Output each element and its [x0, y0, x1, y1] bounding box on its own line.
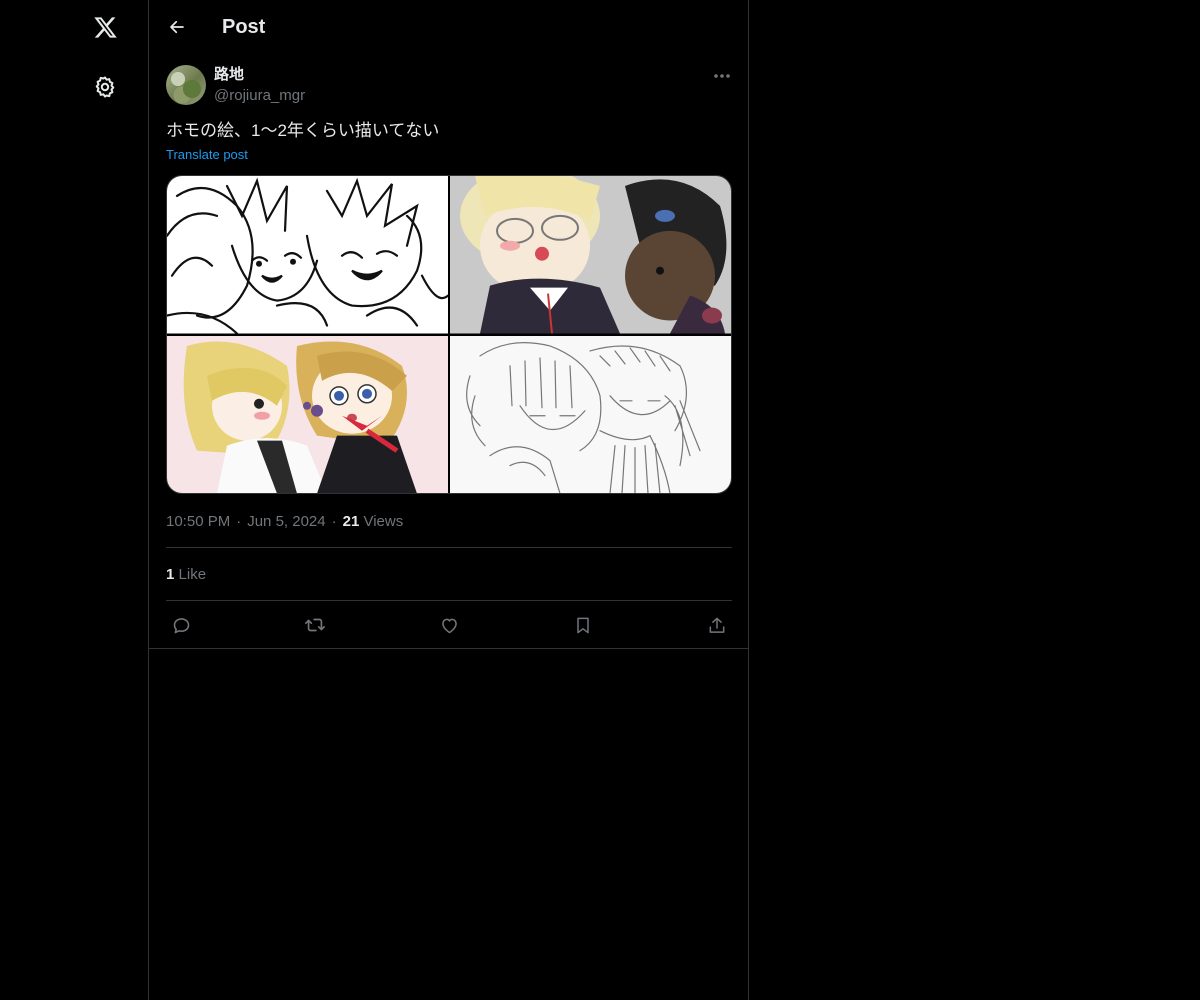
- views-count: 21: [342, 513, 360, 530]
- bookmark-icon[interactable]: [571, 613, 595, 637]
- media-image-2[interactable]: [450, 176, 731, 334]
- author-handle[interactable]: @rojiura_mgr: [214, 86, 305, 106]
- divider: [166, 547, 732, 548]
- likes-label: Like: [178, 566, 207, 583]
- more-options-icon[interactable]: [711, 66, 733, 86]
- header: Post: [149, 0, 748, 54]
- likes-count: 1: [166, 566, 175, 583]
- share-icon[interactable]: [705, 613, 729, 637]
- divider: [149, 648, 748, 649]
- like-icon[interactable]: [437, 613, 461, 637]
- translate-post-link[interactable]: Translate post: [166, 146, 248, 164]
- media-image-1[interactable]: [167, 176, 448, 334]
- media-grid: [166, 175, 732, 494]
- x-logo-icon[interactable]: [88, 10, 122, 44]
- post-text: ホモの絵、1〜2年くらい描いてない: [166, 121, 440, 140]
- post-time[interactable]: 10:50 PM: [166, 513, 230, 530]
- likes-row[interactable]: 1 Like: [166, 565, 206, 585]
- views-label: Views: [363, 513, 404, 530]
- page-title: Post: [222, 16, 266, 38]
- media-image-3[interactable]: [167, 335, 448, 493]
- reply-icon[interactable]: [169, 613, 193, 637]
- avatar[interactable]: [166, 65, 206, 105]
- post-detail-column: Post 路地 @rojiura_mgr ホモの絵、1〜2年くらい描いてない T…: [149, 0, 749, 1000]
- left-nav: [0, 0, 149, 1000]
- author-display-name[interactable]: 路地: [214, 65, 244, 85]
- back-arrow-icon[interactable]: [163, 13, 191, 41]
- post-date[interactable]: Jun 5, 2024: [247, 513, 325, 530]
- post-meta: 10:50 PM · Jun 5, 2024 · 21 Views: [166, 512, 403, 532]
- media-image-4[interactable]: [450, 335, 731, 493]
- repost-icon[interactable]: [303, 613, 327, 637]
- action-bar: [149, 601, 748, 648]
- separator-dot: ·: [236, 513, 242, 530]
- separator-dot: ·: [331, 513, 337, 530]
- gear-icon[interactable]: [88, 70, 122, 104]
